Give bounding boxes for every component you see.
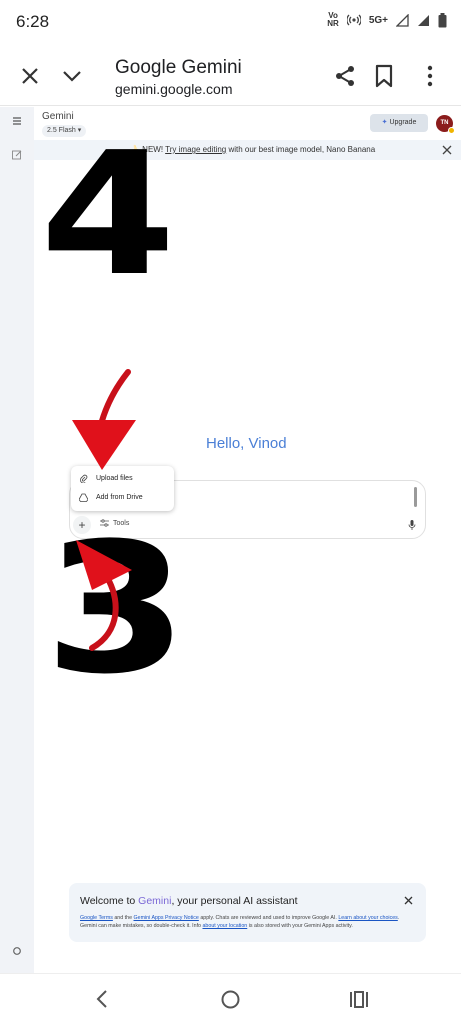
hotspot-icon <box>346 14 361 26</box>
settings-icon[interactable] <box>11 945 23 957</box>
recents-icon[interactable] <box>349 991 369 1008</box>
sparkle-icon: ✦ <box>381 119 388 126</box>
learn-choices-link[interactable]: Learn about your choices <box>338 915 397 921</box>
upload-files-item[interactable]: Upload files <box>79 474 133 483</box>
drive-icon <box>79 493 88 502</box>
close-icon[interactable] <box>18 64 42 88</box>
back-icon[interactable] <box>94 989 110 1009</box>
signal-icon-2 <box>418 14 429 26</box>
home-icon[interactable] <box>221 990 240 1009</box>
welcome-card: Welcome to Gemini, your personal AI assi… <box>69 883 426 942</box>
welcome-title-suffix: , your personal AI assistant <box>171 895 298 907</box>
bookmark-icon[interactable] <box>373 64 395 88</box>
mic-icon[interactable] <box>408 520 416 530</box>
menu-icon[interactable] <box>11 115 23 127</box>
banner-suffix: with our best image model, Nano Banana <box>226 145 376 154</box>
welcome-title-brand: Gemini <box>138 895 172 907</box>
side-rail <box>0 107 34 973</box>
step-number-three: 3 <box>44 505 189 714</box>
battery-icon <box>438 12 447 27</box>
close-icon[interactable] <box>442 145 452 155</box>
share-icon[interactable] <box>333 64 357 88</box>
status-icons: Vo NR 5G+ <box>327 12 447 28</box>
android-nav-bar <box>0 973 461 1024</box>
avatar[interactable]: TN <box>436 115 455 134</box>
avatar-initials: TN <box>440 120 449 126</box>
new-chat-icon[interactable] <box>11 149 23 161</box>
add-from-drive-item[interactable]: Add from Drive <box>79 493 143 502</box>
status-bar: 6:28 Vo NR 5G+ <box>0 0 461 44</box>
close-icon[interactable] <box>404 896 413 905</box>
tab-url: gemini.google.com <box>115 81 233 97</box>
chevron-down-icon[interactable] <box>60 64 84 88</box>
paperclip-icon <box>80 474 88 483</box>
custom-tab-header: Google Gemini gemini.google.com <box>0 44 461 106</box>
tab-title: Google Gemini <box>115 57 242 78</box>
greeting-text: Hello, Vinod <box>206 435 287 452</box>
add-from-drive-label: Add from Drive <box>96 494 143 501</box>
welcome-title: Welcome to Gemini, your personal AI assi… <box>80 895 298 907</box>
step-number-four: 4 <box>40 116 177 314</box>
location-link[interactable]: about your location <box>202 923 247 929</box>
welcome-text-and: and the <box>112 915 134 921</box>
more-vert-icon[interactable] <box>420 64 440 88</box>
volte-indicator: Vo NR <box>327 11 339 28</box>
terms-link[interactable]: Google Terms <box>80 915 113 921</box>
network-type: 5G+ <box>368 14 388 26</box>
upgrade-label: Upgrade <box>389 119 417 126</box>
welcome-text-apply: apply. Chats are reviewed and used to im… <box>198 915 339 921</box>
avatar-badge <box>448 127 455 134</box>
welcome-text-end: is also stored with your Gemini Apps act… <box>247 923 353 929</box>
upgrade-button[interactable]: ✦ Upgrade <box>370 114 428 132</box>
status-time: 6:28 <box>16 12 50 31</box>
welcome-body: Google Terms and the Gemini Apps Privacy… <box>80 914 415 930</box>
signal-icon <box>396 13 409 27</box>
upload-files-label: Upload files <box>96 475 133 482</box>
welcome-title-prefix: Welcome to <box>80 895 139 907</box>
scrollbar[interactable] <box>414 487 417 507</box>
privacy-link[interactable]: Gemini Apps Privacy Notice <box>134 915 199 921</box>
